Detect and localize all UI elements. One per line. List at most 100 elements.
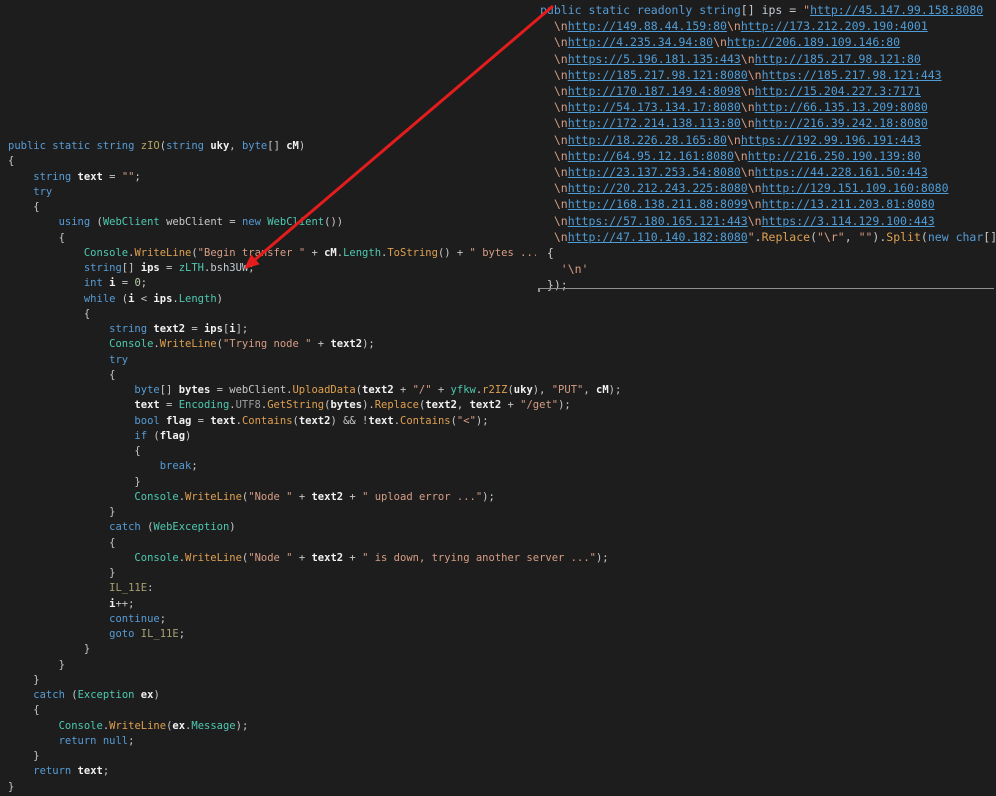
url-link[interactable]: http://185.217.98.121:8080: [568, 68, 748, 82]
code-token: ;: [103, 765, 109, 777]
url-link[interactable]: http://206.189.109.146:80: [727, 35, 900, 49]
code-token: ): [153, 689, 159, 701]
url-link[interactable]: http://54.173.134.17:8080: [568, 100, 741, 114]
code-token: text2: [470, 399, 502, 411]
url-link[interactable]: http://66.135.13.209:8080: [755, 100, 928, 114]
code-line: catch (WebException): [0, 520, 996, 535]
url-link[interactable]: https://44.228.161.50:443: [755, 165, 928, 179]
url-link[interactable]: http://149.88.44.159:80: [568, 19, 727, 33]
url-link[interactable]: https://3.114.129.100:443: [762, 214, 935, 228]
code-token: ): [229, 521, 235, 533]
code-line: return null;: [0, 734, 996, 749]
code-token: \n: [540, 214, 568, 228]
code-token: byte: [8, 384, 160, 396]
code-token: \n: [540, 197, 568, 211]
code-line: {: [0, 703, 996, 718]
url-link[interactable]: http://173.212.209.190:4001: [741, 19, 928, 33]
code-token: }: [8, 674, 40, 686]
code-token: Contains: [400, 415, 451, 427]
code-token: byte: [242, 140, 267, 152]
url-link[interactable]: http://64.95.12.161:8080: [568, 149, 734, 163]
url-link[interactable]: http://170.187.149.4:8098: [568, 84, 741, 98]
code-token: ;: [141, 277, 147, 289]
code-token: "Node ": [248, 491, 292, 503]
url-link[interactable]: http://15.204.227.3:7171: [755, 84, 921, 98]
code-token: ;: [248, 262, 254, 274]
code-token: ;: [191, 460, 197, 472]
code-token: \n: [741, 84, 755, 98]
code-token: +: [293, 491, 312, 503]
url-link[interactable]: http://172.214.138.113:80: [568, 116, 741, 130]
code-line: }: [0, 658, 996, 673]
url-link[interactable]: https://57.180.165.121:443: [568, 214, 748, 228]
code-token: WriteLine: [134, 247, 191, 259]
url-link[interactable]: http://13.211.203.81:8080: [762, 197, 935, 211]
code-line: \nhttp://64.95.12.161:8080\nhttp://216.2…: [540, 148, 996, 164]
code-line: {: [540, 245, 996, 261]
url-link[interactable]: http://20.212.243.225:8080: [568, 181, 748, 195]
code-token: WriteLine: [160, 338, 217, 350]
code-token: catch: [8, 521, 141, 533]
code-token: }: [8, 659, 65, 671]
code-token: =: [160, 399, 179, 411]
code-line: \nhttp://149.88.44.159:80\nhttp://173.21…: [540, 18, 996, 34]
url-link[interactable]: http://18.226.28.165:80: [568, 133, 727, 147]
url-link[interactable]: http://4.235.34.94:80: [568, 35, 713, 49]
url-link[interactable]: https://192.99.196.191:443: [741, 133, 921, 147]
code-token: return: [8, 765, 71, 777]
url-link[interactable]: https://185.217.98.121:443: [762, 68, 942, 82]
code-token: text: [78, 765, 103, 777]
code-token: \n: [741, 116, 755, 130]
code-line: bool flag = text.Contains(text2) && !tex…: [0, 414, 996, 429]
code-token: +: [305, 247, 324, 259]
code-token: +: [432, 384, 451, 396]
url-link[interactable]: http://45.147.99.158:8080: [810, 3, 983, 17]
code-token: UploadData: [292, 384, 355, 396]
code-token: =: [782, 3, 803, 17]
code-token: string: [8, 323, 147, 335]
code-token: Contains: [242, 415, 293, 427]
url-link[interactable]: http://216.39.242.18:8080: [755, 116, 928, 130]
code-token: r2IZ: [482, 384, 507, 396]
code-token: }: [8, 781, 14, 793]
url-link[interactable]: http://185.217.98.121:80: [755, 52, 921, 66]
code-token: );: [482, 491, 495, 503]
code-token: text: [8, 399, 160, 411]
code-token: () +: [438, 247, 470, 259]
code-token: (: [147, 430, 160, 442]
url-link[interactable]: http://216.250.190.139:80: [748, 149, 921, 163]
code-line: }: [0, 475, 996, 490]
code-line: \nhttp://18.226.28.165:80\nhttps://192.9…: [540, 132, 996, 148]
code-line: \nhttp://47.110.140.182:8080".Replace("\…: [540, 229, 996, 245]
url-link[interactable]: http://129.151.109.160:8080: [762, 181, 949, 195]
code-token: \n: [713, 35, 727, 49]
code-token: new: [928, 230, 949, 244]
code-token: bool: [8, 415, 160, 427]
code-line: Console.WriteLine(ex.Message);: [0, 719, 996, 734]
code-token: '\n': [540, 262, 588, 276]
code-token: {: [8, 704, 40, 716]
code-line: \nhttp://185.217.98.121:8080\nhttps://18…: [540, 67, 996, 83]
code-token: \n: [540, 149, 568, 163]
code-token: ): [217, 293, 223, 305]
code-token: \n: [727, 19, 741, 33]
code-token: }: [8, 750, 40, 762]
code-line: }: [0, 566, 996, 581]
code-token: Exception: [78, 689, 135, 701]
url-link[interactable]: https://5.196.181.135:443: [568, 52, 741, 66]
code-token: WebException: [153, 521, 229, 533]
code-line: goto IL_11E;: [0, 627, 996, 642]
code-token: WriteLine: [185, 491, 242, 503]
code-token: \n: [734, 149, 748, 163]
code-token: try: [8, 354, 128, 366]
code-token: {: [8, 201, 40, 213]
code-token: using: [8, 216, 90, 228]
url-link[interactable]: http://168.138.211.88:8099: [568, 197, 748, 211]
code-token: zIO: [141, 140, 160, 152]
code-token: text2: [311, 552, 343, 564]
code-token: "Node ": [248, 552, 292, 564]
url-link[interactable]: http://23.137.253.54:8080: [568, 165, 741, 179]
url-link[interactable]: http://47.110.140.182:8080: [568, 230, 748, 244]
peek-definition-pane[interactable]: public static readonly string[] ips = "h…: [536, 0, 996, 292]
code-token: ips: [153, 293, 172, 305]
